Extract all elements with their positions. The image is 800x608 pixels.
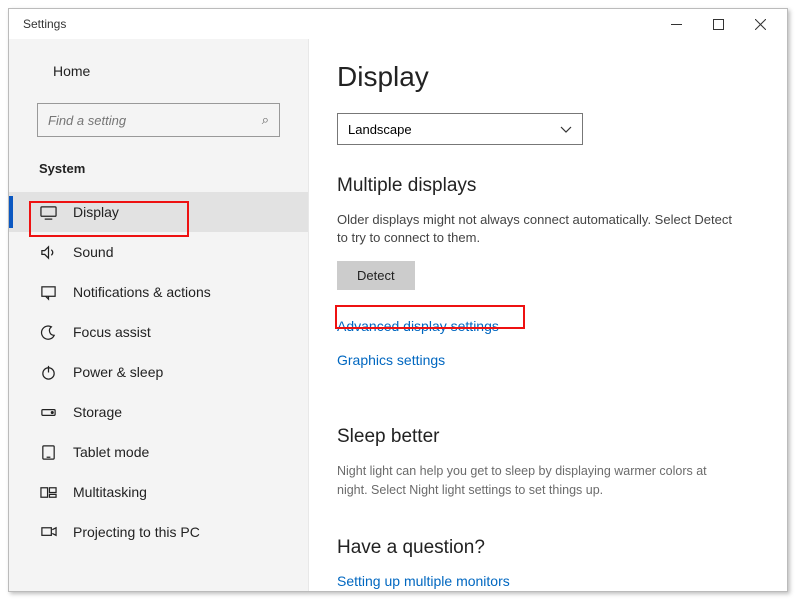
advanced-display-settings-link[interactable]: Advanced display settings xyxy=(337,318,759,334)
home-nav[interactable]: Home xyxy=(9,57,308,85)
window-controls xyxy=(655,12,781,37)
sidebar-item-label: Tablet mode xyxy=(73,444,149,460)
sidebar-item-projecting[interactable]: Projecting to this PC xyxy=(9,512,308,552)
power-icon xyxy=(39,363,57,381)
sidebar-item-label: Sound xyxy=(73,244,113,260)
sidebar-item-label: Focus assist xyxy=(73,324,151,340)
search-box[interactable]: ⌕ xyxy=(37,103,280,137)
sidebar-item-tablet-mode[interactable]: Tablet mode xyxy=(9,432,308,472)
sidebar-item-label: Storage xyxy=(73,404,122,420)
sidebar-item-notifications[interactable]: Notifications & actions xyxy=(9,272,308,312)
sidebar-item-storage[interactable]: Storage xyxy=(9,392,308,432)
sidebar-item-label: Multitasking xyxy=(73,484,147,500)
sidebar-item-multitasking[interactable]: Multitasking xyxy=(9,472,308,512)
search-icon: ⌕ xyxy=(262,112,269,128)
dropdown-value: Landscape xyxy=(348,122,412,137)
multitasking-icon xyxy=(39,483,57,501)
have-question-heading: Have a question? xyxy=(337,537,759,559)
sidebar-item-label: Notifications & actions xyxy=(73,284,211,300)
category-label: System xyxy=(9,155,308,182)
multiple-displays-heading: Multiple displays xyxy=(337,175,759,197)
maximize-button[interactable] xyxy=(697,12,739,37)
sidebar-item-label: Power & sleep xyxy=(73,364,163,380)
multiple-displays-text: Older displays might not always connect … xyxy=(337,211,737,247)
minimize-button[interactable] xyxy=(655,12,697,37)
home-label: Home xyxy=(53,63,90,79)
sidebar-item-label: Projecting to this PC xyxy=(73,524,200,540)
detect-button[interactable]: Detect xyxy=(337,261,415,290)
sidebar-item-display[interactable]: Display xyxy=(9,192,308,232)
storage-icon xyxy=(39,403,57,421)
setting-up-monitors-link[interactable]: Setting up multiple monitors xyxy=(337,573,759,589)
sidebar-item-label: Display xyxy=(73,204,119,220)
moon-icon xyxy=(39,323,57,341)
sidebar-item-sound[interactable]: Sound xyxy=(9,232,308,272)
sound-icon xyxy=(39,243,57,261)
tablet-icon xyxy=(39,443,57,461)
sleep-better-heading: Sleep better xyxy=(337,426,759,448)
graphics-settings-link[interactable]: Graphics settings xyxy=(337,352,759,368)
sleep-better-text: Night light can help you get to sleep by… xyxy=(337,462,737,498)
nav-list: Display Sound Notifications & actions Fo… xyxy=(9,192,308,552)
orientation-dropdown[interactable]: Landscape xyxy=(337,113,583,145)
sidebar: Home ⌕ System Display Sound Notification… xyxy=(9,39,309,591)
titlebar: Settings xyxy=(9,9,787,39)
sidebar-item-power-sleep[interactable]: Power & sleep xyxy=(9,352,308,392)
chevron-down-icon xyxy=(560,122,572,137)
settings-window: Settings Home ⌕ System Display xyxy=(8,8,788,592)
page-title: Display xyxy=(337,61,759,93)
window-title: Settings xyxy=(23,17,66,31)
display-icon xyxy=(39,203,57,221)
projecting-icon xyxy=(39,523,57,541)
sidebar-item-focus-assist[interactable]: Focus assist xyxy=(9,312,308,352)
main-content: Display Landscape Multiple displays Olde… xyxy=(309,39,787,591)
close-button[interactable] xyxy=(739,12,781,37)
search-input[interactable] xyxy=(48,113,236,128)
notifications-icon xyxy=(39,283,57,301)
